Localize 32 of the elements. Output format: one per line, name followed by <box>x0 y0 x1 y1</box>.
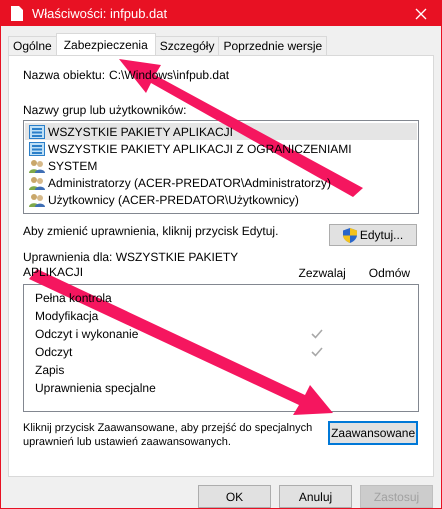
dialog-button[interactable]: Anuluj <box>279 485 352 508</box>
object-name-label: Nazwa obiektu: <box>23 68 106 84</box>
groups-label: Nazwy grup lub użytkowników: <box>23 103 188 119</box>
advanced-hint: Kliknij przycisk Zaawansowane, aby przejść do specjalnych uprawnień lub ustawień zaawansowanych. <box>23 421 314 449</box>
users-icon <box>29 176 45 190</box>
group-item[interactable]: SYSTEM <box>25 157 417 174</box>
package-group-icon <box>29 124 45 138</box>
edit-hint: Aby zmienić uprawnienia, kliknij przycisk Edytuj. <box>23 224 278 238</box>
close-icon[interactable] <box>415 8 427 20</box>
shield-icon <box>342 228 357 242</box>
window-title: Właściwości: infpub.dat <box>32 6 168 21</box>
tab[interactable]: Poprzednie wersje <box>218 36 328 55</box>
group-item[interactable]: WSZYSTKIE PAKIETY APLIKACJI <box>25 123 417 140</box>
column-header: Zezwalaj <box>298 266 347 280</box>
permission-name: Odczyt <box>34 345 74 359</box>
permission-name: Zapis <box>34 363 66 377</box>
permission-name: Uprawnienia specjalne <box>34 381 157 395</box>
tab[interactable]: Zabezpieczenia <box>56 33 156 55</box>
tab[interactable]: Szczegóły <box>154 36 220 55</box>
permission-name: Odczyt i wykonanie <box>34 327 140 341</box>
column-header: Odmów <box>368 266 412 280</box>
users-icon <box>29 158 45 172</box>
users-icon <box>29 192 45 206</box>
dialog-button[interactable]: OK <box>198 485 271 508</box>
group-item[interactable]: Użytkownicy (ACER-PREDATOR\Użytkownicy) <box>25 191 417 208</box>
advanced-button[interactable]: Zaawansowane <box>328 421 418 445</box>
group-item[interactable]: Administratorzy (ACER-PREDATOR\Administratorzy) <box>25 174 417 191</box>
permission-name: Modyfikacja <box>34 309 100 323</box>
tab[interactable]: Ogólne <box>8 36 57 55</box>
edit-button[interactable]: Edytuj... <box>329 224 417 246</box>
file-icon <box>11 6 23 21</box>
package-group-icon <box>29 142 45 156</box>
